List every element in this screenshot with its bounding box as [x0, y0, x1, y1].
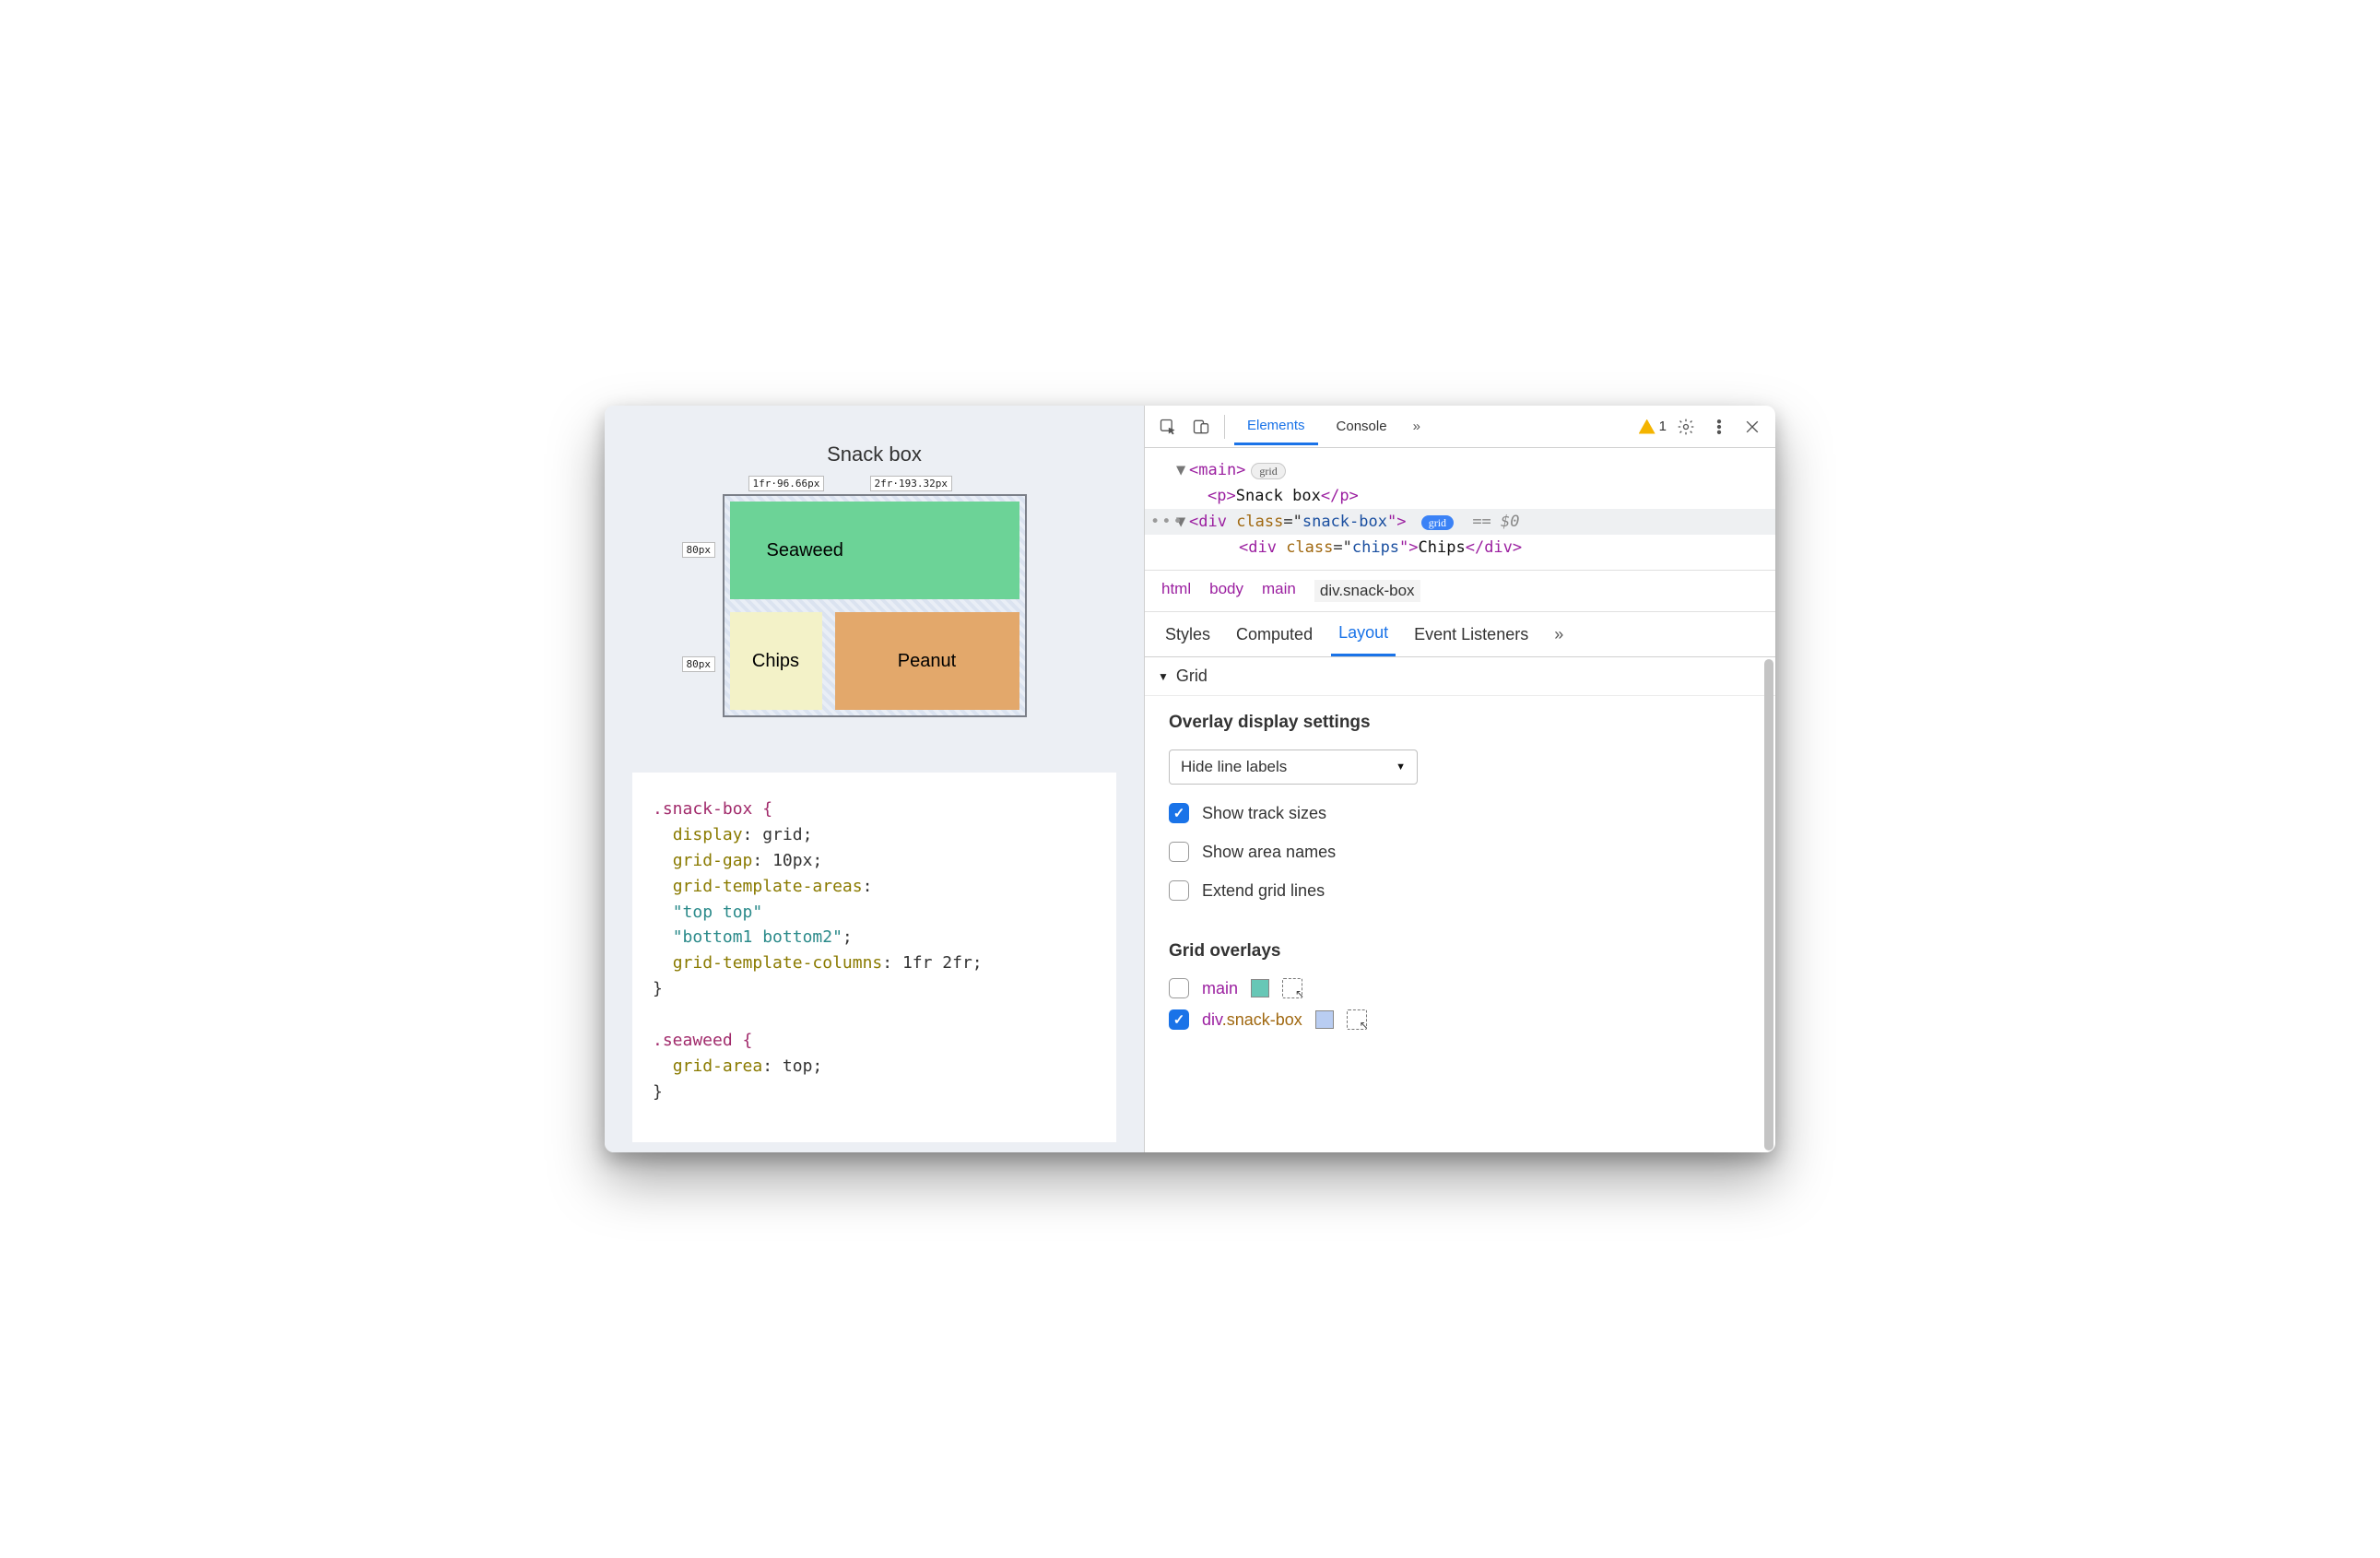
inspect-icon[interactable] [1154, 413, 1182, 441]
checkbox-icon[interactable] [1169, 978, 1189, 998]
overlay-settings-heading: Overlay display settings [1169, 713, 1751, 733]
kebab-icon[interactable] [1705, 413, 1733, 441]
grid-section-title: Grid [1176, 667, 1208, 686]
reveal-element-icon[interactable] [1347, 1009, 1367, 1030]
dom-tree[interactable]: ▼<main>grid <p>Snack box</p> ▼<div class… [1145, 448, 1775, 570]
devtools-pane: Elements Console » 1 ▼<main>grid [1144, 406, 1775, 1152]
page-title: Snack box [623, 443, 1125, 466]
checkbox-icon[interactable] [1169, 880, 1189, 901]
track-label-row1: 80px [682, 542, 716, 558]
reveal-element-icon[interactable] [1282, 978, 1302, 998]
panel-subtabs: Styles Computed Layout Event Listeners » [1145, 612, 1775, 657]
dom-node-snack-box[interactable]: ▼<div class="snack-box"> grid == $0 [1145, 509, 1775, 535]
warning-icon [1639, 419, 1655, 434]
subtab-layout[interactable]: Layout [1331, 612, 1396, 656]
subtab-computed[interactable]: Computed [1229, 614, 1320, 655]
dom-node-main[interactable]: ▼<main>grid [1176, 457, 1775, 483]
cell-peanut: Peanut [835, 612, 1019, 710]
grid-overlays-heading: Grid overlays [1169, 941, 1751, 962]
cell-chips: Chips [730, 612, 822, 710]
grid-badge[interactable]: grid [1251, 463, 1285, 479]
line-labels-select[interactable]: Hide line labels ▼ [1169, 749, 1418, 785]
grid-overlay-snack-box[interactable]: div.snack-box [1169, 1009, 1751, 1030]
warnings-badge[interactable]: 1 [1639, 419, 1667, 434]
css-code-card: .snack-box { display: grid; grid-gap: 10… [632, 773, 1116, 1142]
dom-node-p[interactable]: <p>Snack box</p> [1176, 483, 1775, 509]
line-labels-value: Hide line labels [1181, 758, 1287, 776]
subtab-styles[interactable]: Styles [1158, 614, 1218, 655]
track-label-col1: 1fr·96.66px [748, 476, 825, 491]
breadcrumb-main[interactable]: main [1262, 580, 1296, 602]
grid-section-header[interactable]: ▼ Grid [1145, 657, 1775, 696]
checkbox-icon[interactable] [1169, 842, 1189, 862]
overlay-display-settings: Overlay display settings Hide line label… [1145, 696, 1775, 925]
chevron-down-icon: ▼ [1396, 761, 1406, 773]
grid-overlays: Grid overlays main div.snack-box [1145, 925, 1775, 1046]
toolbar-separator [1224, 415, 1225, 439]
disclosure-triangle-icon: ▼ [1158, 670, 1169, 683]
checkbox-icon[interactable] [1169, 1009, 1189, 1030]
breadcrumb-body[interactable]: body [1209, 580, 1243, 602]
breadcrumb-html[interactable]: html [1161, 580, 1191, 602]
grid-overlay-visual: 1fr·96.66px 2fr·193.32px 80px 80px Seawe… [723, 494, 1027, 717]
breadcrumb-current[interactable]: div.snack-box [1314, 580, 1420, 602]
grid-overlay-main[interactable]: main [1169, 978, 1751, 998]
grid-badge-active[interactable]: grid [1421, 515, 1454, 530]
cell-seaweed: Seaweed [730, 502, 1019, 599]
layout-panel: ▼ Grid Overlay display settings Hide lin… [1145, 657, 1775, 1152]
track-label-row2: 80px [682, 656, 716, 672]
tab-elements[interactable]: Elements [1234, 408, 1318, 445]
device-toggle-icon[interactable] [1187, 413, 1215, 441]
overlay-name: div.snack-box [1202, 1010, 1302, 1030]
option-show-area-names[interactable]: Show area names [1169, 842, 1751, 862]
console-ref: == $0 [1472, 513, 1519, 531]
option-extend-grid-lines[interactable]: Extend grid lines [1169, 880, 1751, 901]
page-preview-pane: Snack box 1fr·96.66px 2fr·193.32px 80px … [605, 406, 1144, 1152]
devtools-toolbar: Elements Console » 1 [1145, 406, 1775, 448]
close-icon[interactable] [1738, 413, 1766, 441]
breadcrumb[interactable]: html body main div.snack-box [1145, 570, 1775, 612]
subtab-event-listeners[interactable]: Event Listeners [1407, 614, 1536, 655]
checkbox-icon[interactable] [1169, 803, 1189, 823]
color-swatch[interactable] [1251, 979, 1269, 997]
option-show-track-sizes[interactable]: Show track sizes [1169, 803, 1751, 823]
warning-count: 1 [1659, 419, 1667, 434]
devtools-window: Snack box 1fr·96.66px 2fr·193.32px 80px … [605, 406, 1775, 1152]
subtabs-overflow-icon[interactable]: » [1547, 625, 1571, 644]
gear-icon[interactable] [1672, 413, 1700, 441]
tab-console[interactable]: Console [1324, 409, 1400, 443]
color-swatch[interactable] [1315, 1010, 1334, 1029]
snack-box-grid: Seaweed Chips Peanut [723, 494, 1027, 717]
tabs-overflow-icon[interactable]: » [1406, 419, 1428, 434]
dom-node-chips[interactable]: <div class="chips">Chips</div> [1176, 535, 1775, 561]
overlay-name: main [1202, 979, 1238, 998]
track-label-col2: 2fr·193.32px [870, 476, 952, 491]
